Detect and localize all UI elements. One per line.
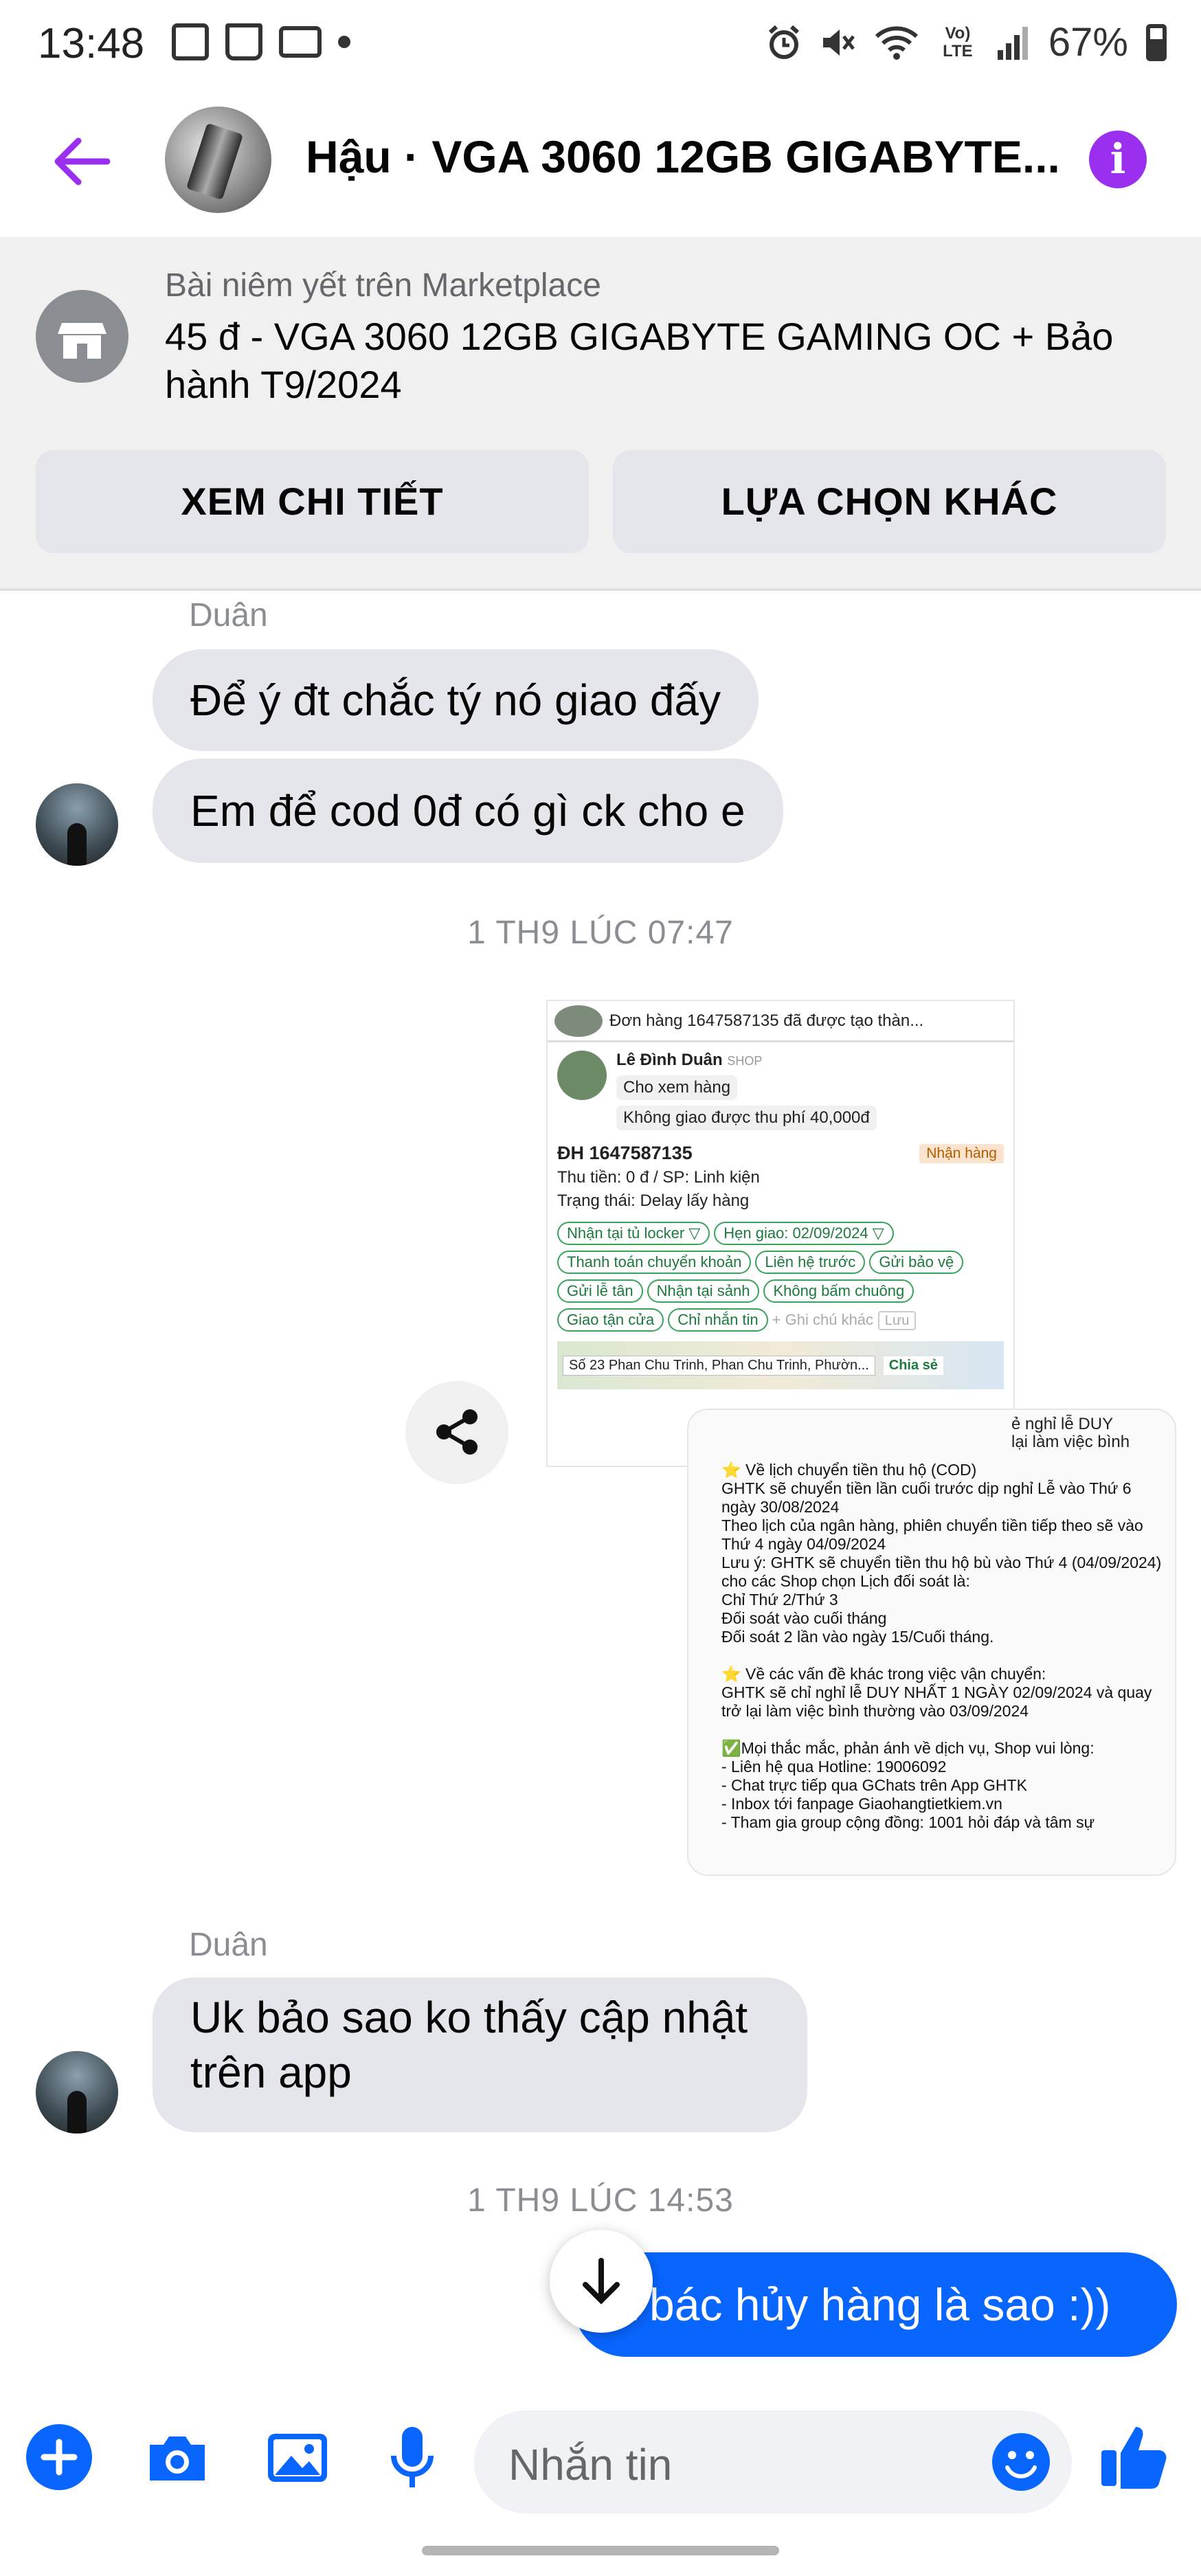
- outgoing-message[interactable]: a bác hủy hàng là sao :)): [574, 2252, 1177, 2357]
- shop-name: Lê Đình Duân: [616, 1051, 723, 1069]
- network-type: Vo) LTE: [943, 23, 973, 60]
- note-line: Không giao được thu phí 40,000đ: [616, 1106, 877, 1130]
- timestamp: 1 TH9 LÚC 14:53: [467, 2182, 734, 2219]
- camera-button[interactable]: [143, 2424, 212, 2493]
- sender-name: Duân: [189, 1927, 268, 1963]
- marketplace-store-icon: [36, 290, 128, 383]
- timestamp: 1 TH9 LÚC 07:47: [467, 915, 734, 951]
- conversation-avatar[interactable]: [165, 107, 271, 213]
- image-icon: [268, 2434, 327, 2482]
- thumbs-up-icon: [1101, 2427, 1167, 2489]
- order-status-badge: Nhận hàng: [919, 1143, 1004, 1163]
- status-time: 13:48: [38, 20, 145, 67]
- plus-button[interactable]: [26, 2424, 92, 2490]
- info-button[interactable]: i: [1089, 131, 1147, 188]
- notice-body: ⭐ Về lịch chuyển tiền thu hộ (COD) GHTK …: [721, 1461, 1162, 1831]
- order-money: Thu tiền: 0 đ / SP: Linh kiện: [557, 1168, 760, 1187]
- other-options-button[interactable]: LỰA CHỌN KHÁC: [613, 450, 1166, 553]
- order-card: Lê Đình Duân SHOP Cho xem hàng Không gia…: [548, 1042, 1013, 1389]
- emoji-icon: [992, 2433, 1050, 2491]
- arrow-left-icon: [54, 137, 111, 186]
- message-text: Uk bảo sao ko thấy cập nhật trên app: [190, 1993, 748, 2097]
- battery-percent: 67%: [1048, 20, 1128, 65]
- incoming-message[interactable]: Em để cod 0đ có gì ck cho e: [153, 759, 783, 863]
- address-field: Số 23 Phan Chu Trinh, Phan Chu Trinh, Ph…: [563, 1355, 875, 1376]
- emoji-button[interactable]: [988, 2429, 1054, 2495]
- message-text: Để ý đt chắc tý nó giao đấy: [190, 675, 721, 725]
- gallery-notification-icon: [172, 23, 209, 60]
- option-chip: Gửi lễ tân: [557, 1279, 643, 1303]
- gallery-button[interactable]: [260, 2420, 335, 2496]
- arrow-down-icon: [583, 2258, 620, 2305]
- shared-image-notice[interactable]: ẻ nghỉ lễ DUY lại làm việc bình ⭐ Về lịc…: [687, 1409, 1176, 1876]
- sender-avatar[interactable]: [36, 2051, 118, 2133]
- order-id: ĐH 1647587135: [557, 1143, 693, 1163]
- shared-image-header: Đơn hàng 1647587135 đã được tạo thàn...: [548, 1001, 1013, 1042]
- message-text: a bác hủy hàng là sao :)): [611, 2279, 1111, 2330]
- microphone-icon: [391, 2427, 434, 2487]
- plus-icon: [41, 2439, 78, 2476]
- sender-name: Duân: [189, 597, 268, 634]
- voice-button[interactable]: [381, 2420, 443, 2496]
- marketplace-label: Bài niêm yết trên Marketplace: [165, 267, 601, 304]
- wifi-icon: [875, 25, 918, 60]
- like-button[interactable]: [1096, 2419, 1171, 2494]
- status-bar: 13:48 Vo) LTE 67%: [0, 0, 1201, 86]
- mute-icon: [822, 29, 855, 56]
- incoming-message[interactable]: Để ý đt chắc tý nó giao đấy: [153, 649, 759, 751]
- camera-icon: [150, 2437, 205, 2480]
- add-note-text: + Ghi chú khác: [772, 1311, 874, 1328]
- system-icons: Vo) LTE 67%: [767, 19, 1167, 65]
- shop-avatar: [557, 1051, 607, 1100]
- share-icon: [436, 1409, 478, 1455]
- shopping-notification-icon: [225, 23, 262, 60]
- option-chip: Giao tận cửa: [557, 1308, 664, 1332]
- listing-title[interactable]: 45 đ - VGA 3060 12GB GIGABYTE GAMING OC …: [165, 313, 1141, 409]
- alarm-icon: [768, 25, 799, 59]
- order-chips: Nhận tại tủ locker ▽ Hẹn giao: 02/09/2024…: [557, 1219, 1004, 1334]
- order-created-text: Đơn hàng 1647587135 đã được tạo thàn...: [609, 1011, 924, 1030]
- message-text: Em để cod 0đ có gì ck cho e: [190, 786, 745, 836]
- back-button[interactable]: [48, 127, 117, 196]
- map-strip: Số 23 Phan Chu Trinh, Phan Chu Trinh, Ph…: [557, 1341, 1004, 1389]
- home-indicator[interactable]: [422, 2546, 779, 2555]
- option-chip: Nhận tại tủ locker ▽: [557, 1222, 710, 1245]
- more-notifications-icon: [338, 36, 350, 48]
- info-icon: i: [1110, 135, 1126, 183]
- option-chip: Gửi bảo vệ: [869, 1251, 964, 1274]
- note-line: Cho xem hàng: [616, 1075, 738, 1100]
- sender-avatar[interactable]: [36, 783, 118, 866]
- notice-top-text: ẻ nghỉ lễ DUY lại làm việc bình: [1011, 1415, 1130, 1451]
- shop-tag: SHOP: [727, 1054, 763, 1068]
- order-state: Trạng thái: Delay lấy hàng: [557, 1191, 750, 1210]
- save-chip: Lưu: [877, 1311, 917, 1330]
- share-label: Chia sẻ: [883, 1356, 943, 1375]
- option-chip: Chỉ nhắn tin: [668, 1308, 768, 1332]
- shared-image-order[interactable]: Đơn hàng 1647587135 đã được tạo thàn... …: [546, 1000, 1015, 1467]
- option-chip: Không bấm chuông: [763, 1279, 914, 1303]
- option-chip: Liên hệ trước: [755, 1251, 866, 1274]
- incoming-message[interactable]: Uk bảo sao ko thấy cập nhật trên app: [153, 1978, 807, 2132]
- scroll-to-bottom-button[interactable]: [550, 2230, 653, 2333]
- view-details-button[interactable]: XEM CHI TIẾT: [36, 450, 589, 553]
- battery-icon: [1146, 23, 1167, 61]
- option-chip: Hẹn giao: 02/09/2024 ▽: [714, 1222, 894, 1245]
- card-notification-icon: [279, 26, 322, 58]
- option-chip: Thanh toán chuyển khoản: [557, 1251, 752, 1274]
- option-chip: Nhận tại sảnh: [647, 1279, 760, 1303]
- signal-icon: [997, 26, 1028, 60]
- message-placeholder: Nhắn tin: [508, 2440, 673, 2489]
- shop-avatar: [554, 1005, 603, 1037]
- notification-icons: [172, 23, 350, 60]
- conversation-title[interactable]: Hậu · VGA 3060 12GB GIGABYTE...: [306, 131, 1062, 183]
